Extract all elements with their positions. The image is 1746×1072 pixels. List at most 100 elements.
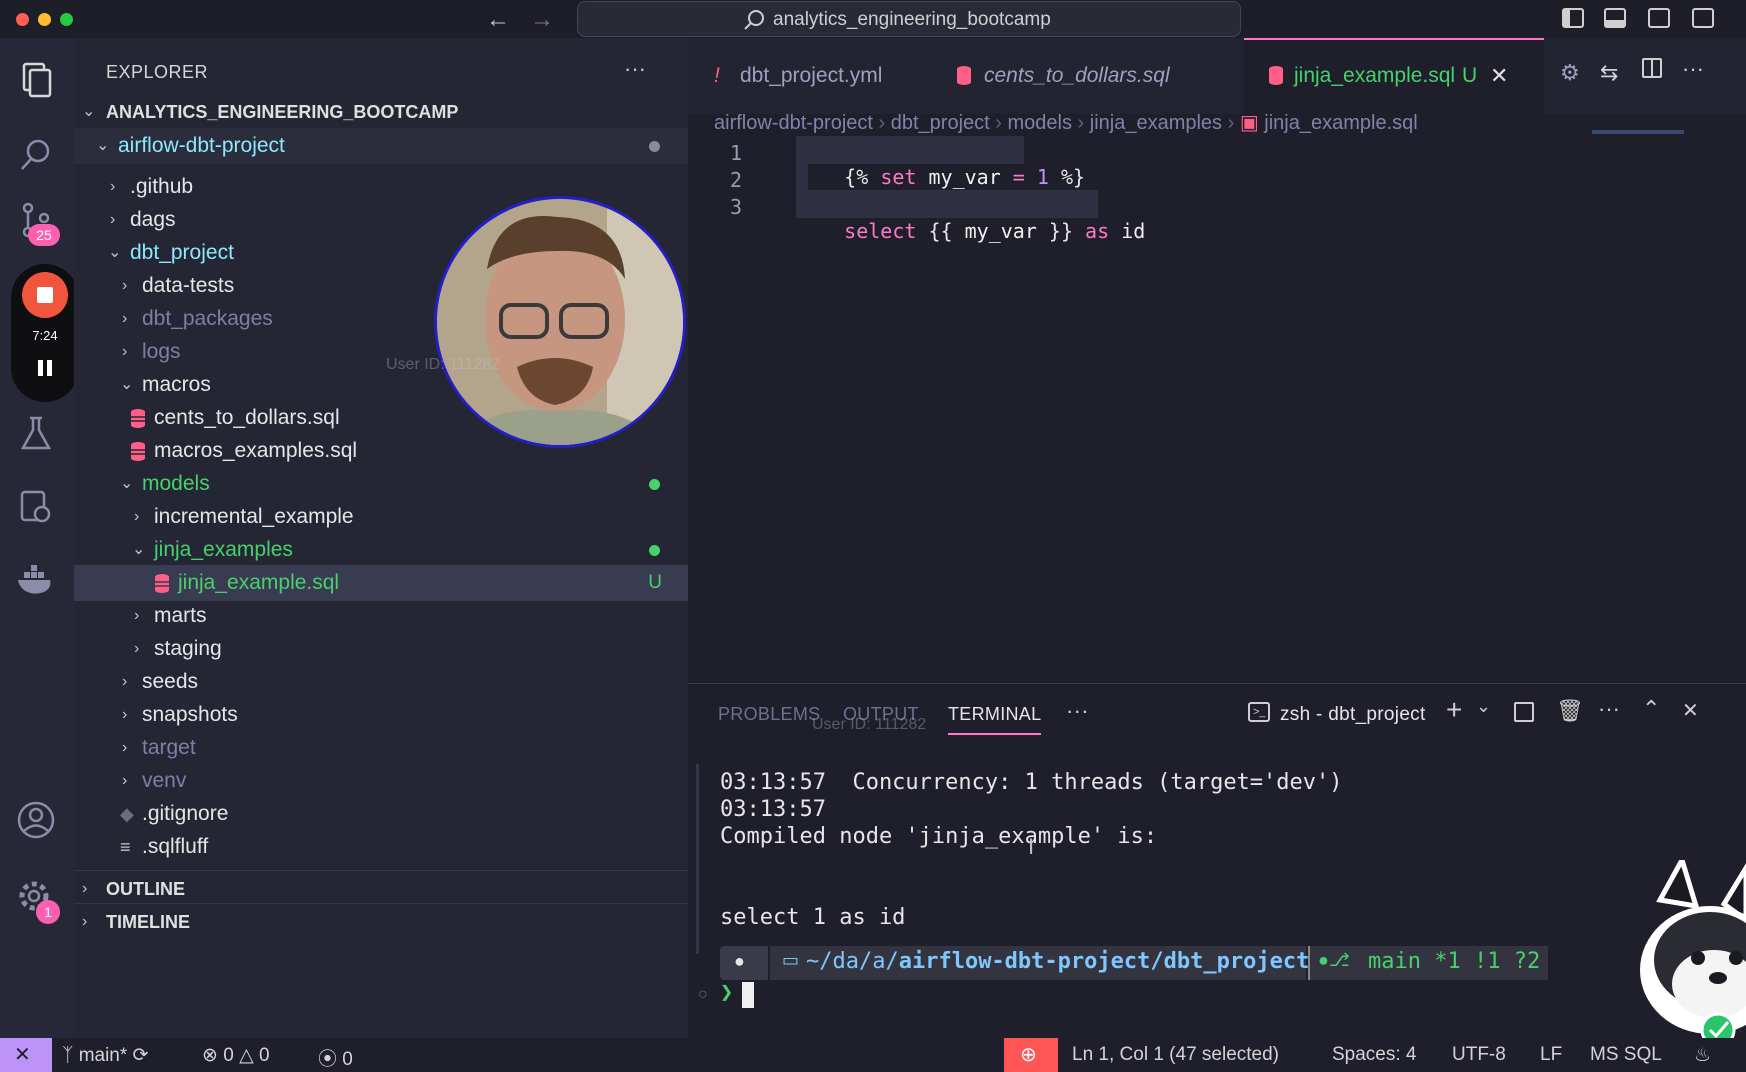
modified-dot — [649, 141, 660, 152]
settings-badge: 1 — [36, 900, 60, 924]
status-bar: ✕ ᛉ main* ⟳ ⊗ 0 △ 0 ⦿ 0 ⊕ Ln 1, Col 1 (4… — [0, 1038, 1746, 1072]
cursor-position[interactable]: Ln 1, Col 1 (47 selected) — [1072, 1044, 1279, 1066]
prompt-status-icon: ○ — [698, 986, 708, 1003]
tab-terminal[interactable]: TERMINAL — [948, 704, 1042, 735]
terminal-more-actions[interactable]: ··· — [1598, 696, 1620, 722]
bottom-panel: PROBLEMS OUTPUT TERMINAL ··· User ID: 11… — [688, 683, 1746, 1038]
terminal-output-line: 03:13:57 Concurrency: 1 threads (target=… — [720, 770, 1343, 795]
indentation[interactable]: Spaces: 4 — [1332, 1044, 1417, 1066]
watermark-panel: User ID: 111282 — [812, 716, 927, 733]
tab-dbt-project-yml[interactable]: ! dbt_project.yml — [688, 38, 944, 114]
accounts-icon[interactable] — [14, 798, 58, 842]
terminal-output-line: 03:13:57 — [720, 797, 826, 822]
settings-gear-icon[interactable]: ⚙ — [1560, 60, 1580, 86]
maximize-panel-icon[interactable]: ⌃ — [1642, 696, 1660, 722]
tree-item-venv[interactable]: › venv — [74, 763, 688, 799]
zoom-indicator[interactable]: ⊕ — [1004, 1038, 1058, 1072]
chevron-right-icon: › — [122, 310, 128, 327]
prompt-git-status: main *1 !1 ?2 — [1368, 949, 1541, 974]
terminal-selector[interactable]: zsh - dbt_project — [1280, 704, 1426, 726]
customize-layout-icon[interactable] — [1692, 8, 1714, 28]
explorer-icon[interactable] — [14, 58, 58, 102]
tree-item-github[interactable]: › .github — [74, 169, 688, 205]
ports-status[interactable]: ⦿ 0 — [318, 1044, 353, 1071]
breadcrumb-item[interactable]: models — [1007, 112, 1071, 134]
tree-item-jinja-example-sql[interactable]: jinja_example.sql U — [74, 565, 688, 601]
docker-icon[interactable] — [14, 558, 58, 602]
tree-item-gitignore[interactable]: ◆ .gitignore — [74, 796, 688, 832]
close-panel-icon[interactable]: ✕ — [1682, 698, 1699, 723]
tree-item-seeds[interactable]: › seeds — [74, 664, 688, 700]
toggle-primary-sidebar-icon[interactable] — [1562, 8, 1584, 28]
breadcrumb-item[interactable]: jinja_examples — [1090, 112, 1222, 134]
breadcrumb-item[interactable]: airflow-dbt-project — [714, 112, 873, 134]
tab-problems[interactable]: PROBLEMS — [718, 704, 820, 725]
prompt-arrow: ❯ — [720, 980, 734, 1005]
tree-item-incremental-example[interactable]: › incremental_example — [74, 499, 688, 535]
explorer-sidebar: EXPLORER ··· ⌄ ANALYTICS_ENGINEERING_BOO… — [74, 38, 688, 1038]
tab-cents-to-dollars[interactable]: cents_to_dollars.sql — [944, 38, 1250, 114]
language-mode[interactable]: MS SQL — [1590, 1044, 1662, 1066]
editor-more-actions[interactable]: ··· — [1682, 56, 1704, 82]
explorer-more-actions[interactable]: ··· — [624, 56, 646, 82]
workspace-header[interactable]: ⌄ ANALYTICS_ENGINEERING_BOOTCAMP — [74, 94, 688, 130]
new-terminal-icon[interactable]: + — [1446, 694, 1462, 726]
editor-tabs: ! dbt_project.yml cents_to_dollars.sql j… — [688, 38, 1746, 114]
source-control-badge: 25 — [28, 224, 60, 246]
tree-item-root[interactable]: ⌄ airflow-dbt-project — [74, 128, 688, 164]
testing-flask-icon[interactable] — [14, 412, 58, 456]
end-of-line[interactable]: LF — [1540, 1044, 1562, 1066]
trash-icon[interactable]: 🗑 — [1556, 698, 1584, 724]
husky-mascot-sticker — [1640, 860, 1746, 1038]
git-branch-icon: ●⎇ — [1318, 950, 1350, 970]
problems-status[interactable]: ⊗ 0 △ 0 — [202, 1044, 270, 1067]
warning-icon: △ — [239, 1045, 254, 1066]
split-terminal-icon[interactable] — [1514, 702, 1534, 722]
notifications-bell-icon[interactable]: ♨ — [1694, 1044, 1711, 1067]
git-branch-status[interactable]: ᛉ main* ⟳ — [62, 1044, 148, 1067]
tree-item-sqlfluff[interactable]: ≡ .sqlfluff — [74, 829, 688, 865]
pause-recording-button[interactable] — [38, 360, 52, 376]
minimap[interactable] — [1592, 130, 1684, 134]
chevron-right-icon: › — [122, 343, 128, 360]
breadcrumb-item[interactable]: dbt_project — [891, 112, 990, 134]
remote-indicator[interactable]: ✕ — [0, 1038, 52, 1072]
chevron-down-icon: ⌄ — [108, 244, 122, 261]
chevron-down-icon: ⌄ — [96, 137, 110, 154]
forward-arrow-icon[interactable]: → — [530, 6, 554, 34]
chevron-right-icon: › — [110, 178, 116, 195]
tree-item-marts[interactable]: › marts — [74, 598, 688, 634]
panel-more-actions[interactable]: ··· — [1066, 698, 1089, 724]
outline-section[interactable]: › OUTLINE — [74, 870, 688, 906]
command-center-search[interactable]: analytics_engineering_bootcamp — [577, 1, 1241, 37]
tree-item-staging[interactable]: › staging — [74, 631, 688, 667]
tree-item-jinja-examples[interactable]: ⌄ jinja_examples — [74, 532, 688, 568]
remote-explorer-icon[interactable] — [14, 486, 58, 530]
tab-jinja-example-sql[interactable]: jinja_example.sql U ✕ — [1244, 38, 1544, 114]
maximize-window-button[interactable] — [60, 13, 73, 26]
compare-changes-icon[interactable]: ⇆ — [1600, 60, 1618, 86]
tree-item-snapshots[interactable]: › snapshots — [74, 697, 688, 733]
chevron-down-icon: ⌄ — [132, 541, 146, 558]
back-arrow-icon[interactable]: ← — [486, 6, 510, 34]
screen-recorder-widget: 7:24 — [11, 264, 79, 402]
chevron-down-icon[interactable]: ⌄ — [1476, 696, 1491, 717]
minimize-window-button[interactable] — [38, 13, 51, 26]
tree-item-target[interactable]: › target — [74, 730, 688, 766]
toggle-secondary-sidebar-icon[interactable] — [1648, 8, 1670, 28]
terminal-output-line: Compiled node 'jinja_example' is: — [720, 824, 1158, 849]
close-tab-icon[interactable]: ✕ — [1490, 38, 1508, 114]
close-window-button[interactable] — [16, 13, 29, 26]
search-icon[interactable] — [14, 133, 58, 177]
stop-recording-button[interactable] — [22, 272, 68, 318]
encoding[interactable]: UTF-8 — [1452, 1044, 1506, 1066]
chevron-down-icon: ⌄ — [120, 475, 134, 492]
timeline-section[interactable]: › TIMELINE — [74, 903, 688, 939]
tree-item-models[interactable]: ⌄ models — [74, 466, 688, 502]
recording-time: 7:24 — [32, 328, 58, 343]
breadcrumb-item[interactable]: jinja_example.sql — [1264, 112, 1417, 134]
breadcrumb: airflow-dbt-project › dbt_project › mode… — [714, 112, 1418, 134]
remote-icon: ✕ — [14, 1044, 31, 1066]
code-line-3[interactable]: select {{ my_var }} as id — [796, 195, 1145, 267]
toggle-panel-icon[interactable] — [1604, 8, 1626, 28]
